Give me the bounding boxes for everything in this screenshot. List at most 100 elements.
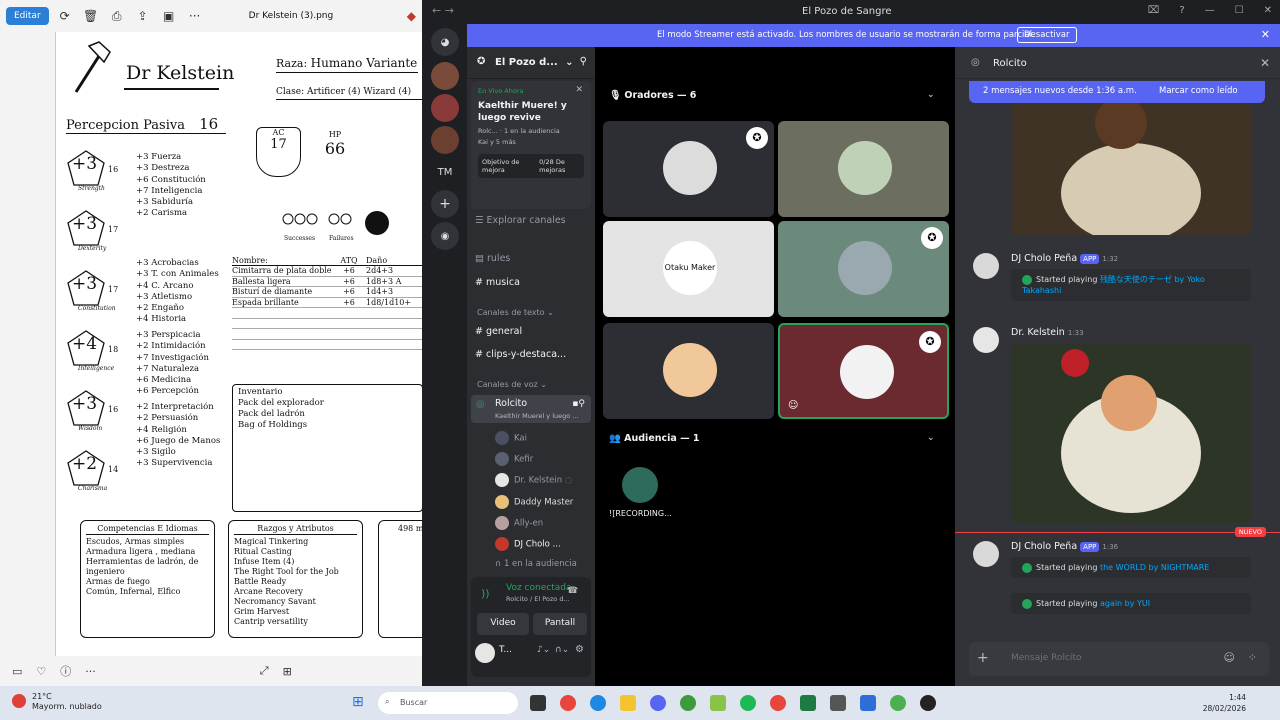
audience-member[interactable]: ![RECORDING... <box>609 467 672 518</box>
song-link[interactable]: again by YUI <box>1100 599 1150 608</box>
chrome-icon[interactable] <box>890 695 906 711</box>
chat-bubble-icon[interactable]: ▪⚲ <box>572 399 585 409</box>
voice-user[interactable]: Kefir <box>495 452 533 466</box>
signal-icon[interactable]: )) <box>481 587 490 600</box>
close-card-icon[interactable]: ✕ <box>575 85 583 95</box>
weather-widget[interactable]: 21°C Mayorm. nublado <box>32 692 102 712</box>
live-event-card[interactable]: En Vivo Ahora ✕ Kaelthir Muere! y luego … <box>471 81 591 209</box>
voice-user[interactable]: Ally-en <box>495 516 543 530</box>
disconnect-icon[interactable]: ☎ <box>567 586 578 596</box>
delete-icon[interactable]: 🗑 <box>81 9 101 23</box>
app-icon[interactable] <box>680 695 696 711</box>
server-header[interactable]: ✪ El Pozo d... ⌄ ⚲ <box>467 47 595 79</box>
message-input[interactable]: Mensaje Rolcito <box>1011 653 1081 663</box>
inbox-icon[interactable]: ⌧ <box>1148 5 1160 16</box>
speaker-tile-speaking[interactable]: ✪ ☺ <box>778 323 949 419</box>
copilot-icon[interactable]: ◆ <box>407 9 416 23</box>
folder-icon[interactable] <box>620 695 636 711</box>
server-icon[interactable] <box>431 126 459 154</box>
mark-read-button[interactable]: Marcar como leído <box>1159 86 1238 96</box>
avatar[interactable] <box>475 643 495 663</box>
voice-channel-rolcito[interactable]: ◎ Rolcito Kaelthir Muerel y luego ... ▪⚲ <box>471 395 591 423</box>
discord-home-icon[interactable]: ◕ <box>431 28 459 56</box>
server-icon[interactable] <box>431 94 459 122</box>
chat-image[interactable] <box>1011 343 1251 523</box>
channel-clips[interactable]: # clips-y-destaca... <box>475 349 566 360</box>
server-icon[interactable] <box>431 62 459 90</box>
discord-icon[interactable] <box>650 695 666 711</box>
apps-icon[interactable]: ⁘ <box>1248 651 1257 664</box>
slideshow-icon[interactable]: ▣ <box>159 9 179 23</box>
rotate-icon[interactable]: ⟳ <box>55 9 75 23</box>
close-chat-icon[interactable]: ✕ <box>1260 56 1270 70</box>
voice-user[interactable]: Kai <box>495 431 527 445</box>
help-icon[interactable]: ? <box>1179 5 1184 16</box>
speaker-tile[interactable] <box>778 121 949 217</box>
avatar[interactable] <box>973 253 999 279</box>
chrome-icon[interactable] <box>560 695 576 711</box>
text-channels-category[interactable]: Canales de texto ⌄ <box>477 308 554 317</box>
video-button[interactable]: Video <box>477 613 529 635</box>
channel-general[interactable]: # general <box>475 326 522 337</box>
speakers-header[interactable]: 🎙 Oradores — 6 ⌄ <box>609 90 935 101</box>
channel-musica[interactable]: # musica <box>475 277 520 288</box>
more-icon[interactable]: ··· <box>85 665 96 678</box>
speaker-tile[interactable] <box>603 323 774 419</box>
photos-icon[interactable] <box>860 695 876 711</box>
close-banner-icon[interactable]: ✕ <box>1261 28 1270 41</box>
print-icon[interactable]: ⎙ <box>107 9 127 24</box>
new-messages-bar[interactable]: 2 mensajes nuevos desde 1:36 a.m. Marcar… <box>969 81 1265 103</box>
excel-icon[interactable] <box>800 695 816 711</box>
maximize-icon[interactable]: ☐ <box>1235 5 1244 16</box>
explore-channels[interactable]: ☰ Explorar canales <box>475 215 566 226</box>
author-name[interactable]: Dr. Kelstein <box>1011 327 1065 338</box>
edge-icon[interactable] <box>590 695 606 711</box>
voice-user[interactable]: Daddy Master <box>495 495 573 509</box>
add-server-icon[interactable]: + <box>431 190 459 218</box>
emoji-icon[interactable]: ☺ <box>1224 651 1235 664</box>
app-icon[interactable] <box>530 695 546 711</box>
chat-image[interactable] <box>1011 103 1251 235</box>
boost-goal[interactable]: Objetivo de mejora 0/28 De mejoras <box>478 154 584 178</box>
microphone-icon[interactable]: ♪⌄ <box>537 645 550 655</box>
settings-gear-icon[interactable]: ⚙ <box>575 644 584 655</box>
notepad-icon[interactable] <box>830 695 846 711</box>
speaker-tile[interactable]: Otaku Maker <box>603 221 774 317</box>
voice-user[interactable]: DJ Cholo ... <box>495 537 561 551</box>
author-name[interactable]: DJ Cholo Peña <box>1011 253 1077 264</box>
speaker-tile[interactable]: ✪ <box>778 221 949 317</box>
zoom-icon[interactable]: ⊞ <box>283 665 292 678</box>
audience-header[interactable]: 👥 Audiencia — 1 ⌄ <box>609 433 935 444</box>
fit-icon[interactable]: ⤢ <box>260 664 269 678</box>
song-link[interactable]: the WORLD by NIGHTMARE <box>1100 563 1209 572</box>
screen-share-button[interactable]: Pantall <box>533 613 587 635</box>
server-tm[interactable]: TM <box>431 158 459 186</box>
weather-icon[interactable] <box>12 694 26 708</box>
add-attachment-icon[interactable]: + <box>977 650 989 666</box>
filmstrip-icon[interactable]: ▭ <box>12 665 22 678</box>
minimize-icon[interactable]: — <box>1205 5 1215 16</box>
author-name[interactable]: DJ Cholo Peña <box>1011 541 1077 552</box>
app-icon[interactable] <box>920 695 936 711</box>
taskbar-search[interactable]: ⌕ Buscar <box>378 692 518 714</box>
close-window-icon[interactable]: ✕ <box>1264 5 1272 16</box>
voice-channels-category[interactable]: Canales de voz ⌄ <box>477 380 547 389</box>
avatar[interactable] <box>973 327 999 353</box>
favorite-icon[interactable]: ♡ <box>36 665 46 678</box>
start-icon[interactable]: ⊞ <box>352 694 364 710</box>
voice-user[interactable]: Dr. Kelstein ◌ <box>495 473 572 487</box>
more-icon[interactable]: ··· <box>185 9 205 23</box>
avatar[interactable] <box>973 541 999 567</box>
chrome-icon[interactable] <box>770 695 786 711</box>
channel-rules[interactable]: ▤ rules <box>475 253 510 264</box>
invite-icon[interactable]: ⚲ <box>580 56 587 67</box>
speaker-tile[interactable]: ✪ <box>603 121 774 217</box>
share-icon[interactable]: ⇪ <box>133 9 153 23</box>
taskbar-clock[interactable]: 1:44 28/02/2026 <box>1203 692 1246 714</box>
headphones-icon[interactable]: ∩⌄ <box>555 645 569 655</box>
app-icon[interactable] <box>710 695 726 711</box>
info-icon[interactable]: ⓘ <box>60 663 71 679</box>
disable-streamer-button[interactable]: Desactivar <box>1017 27 1077 43</box>
explore-icon[interactable]: ◉ <box>431 222 459 250</box>
back-forward-icon[interactable]: ← → <box>432 4 454 17</box>
